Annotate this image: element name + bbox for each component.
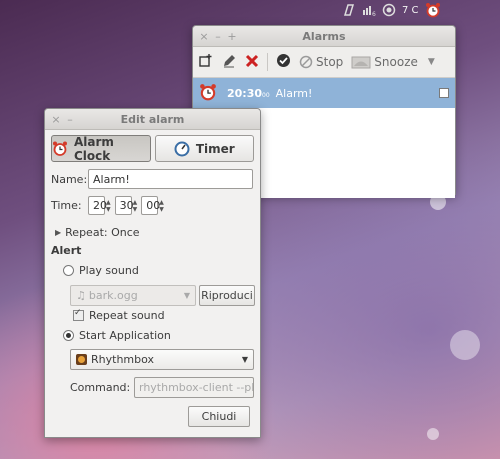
svg-text:6: 6 [372, 11, 376, 17]
name-row: Name: Alarm! [51, 169, 253, 189]
stop-icon [299, 55, 313, 69]
music-note-icon: ♫ [76, 289, 86, 302]
new-alarm-button[interactable] [197, 53, 213, 72]
stopwatch-icon [174, 141, 190, 156]
minutes-field[interactable]: 30 [114, 196, 134, 215]
start-app-radio[interactable] [63, 330, 74, 341]
command-field[interactable]: rhythmbox-client --play [134, 377, 254, 398]
play-sound-option[interactable]: Play sound [63, 264, 139, 277]
play-sound-label: Play sound [79, 264, 139, 277]
mode-tabs: Alarm Clock Timer [45, 130, 260, 163]
decrement-icon[interactable]: ▼ [133, 206, 138, 213]
increment-icon[interactable]: ▲ [106, 199, 111, 206]
play-sound-radio[interactable] [63, 265, 74, 276]
application-value: Rhythmbox [91, 353, 155, 366]
minimize-icon[interactable]: – [213, 30, 223, 43]
snooze-button[interactable]: Snooze [351, 55, 418, 69]
alarms-titlebar[interactable]: × – + Alarms [193, 26, 455, 47]
seconds-spinner[interactable]: 00 ▲ ▼ [141, 196, 164, 215]
battery-icon[interactable]: 6 [362, 3, 376, 17]
decrement-icon[interactable]: ▼ [159, 206, 164, 213]
repeat-expander[interactable]: ▶ Repeat: Once [55, 226, 140, 239]
increment-icon[interactable]: ▲ [159, 199, 164, 206]
sound-file-value: bark.ogg [88, 289, 138, 302]
top-panel: 6 7 C [336, 0, 500, 20]
increment-icon[interactable]: ▲ [133, 199, 138, 206]
repeat-sound-checkbox[interactable] [73, 308, 84, 321]
hours-field[interactable]: 20 [88, 196, 107, 215]
stop-button[interactable]: Stop [299, 55, 343, 69]
script-icon[interactable] [342, 3, 356, 17]
toolbar-separator [267, 53, 268, 71]
decrement-icon[interactable]: ▼ [106, 206, 111, 213]
alert-heading: Alert [51, 244, 82, 257]
minimize-icon[interactable]: – [65, 113, 75, 126]
command-label: Command: [70, 381, 131, 394]
tab-timer[interactable]: Timer [154, 135, 254, 162]
edit-alarm-window: × – Edit alarm Alarm Clock Timer Name: A… [44, 108, 261, 438]
new-alarm-icon [199, 53, 212, 67]
alarm-name: Alarm! [275, 86, 313, 100]
enable-alarm-button[interactable] [276, 53, 291, 71]
tab-label: Timer [195, 141, 235, 156]
expander-arrow-icon: ▶ [55, 228, 62, 237]
close-button[interactable]: Chiudi [188, 406, 250, 427]
chevron-down-icon: ▼ [183, 291, 190, 300]
edit-alarm-titlebar[interactable]: × – Edit alarm [45, 109, 260, 130]
sound-row: ♫ bark.ogg ▼ Riproduci [70, 285, 255, 306]
maximize-icon[interactable]: + [227, 30, 237, 43]
wallpaper-bubble [427, 428, 439, 440]
snooze-label: Snooze [374, 55, 418, 69]
alarm-clock-icon [199, 83, 217, 104]
sound-file-select[interactable]: ♫ bark.ogg ▼ [70, 285, 196, 306]
edit-alarm-button[interactable] [221, 53, 237, 72]
close-icon[interactable]: × [199, 30, 209, 43]
delete-icon [245, 54, 259, 67]
rhythmbox-icon [76, 354, 87, 365]
start-app-option[interactable]: Start Application [63, 329, 171, 342]
window-title: Edit alarm [120, 112, 185, 126]
minutes-spinner[interactable]: 30 ▲ ▼ [114, 196, 138, 215]
time-label: Time: [51, 199, 82, 212]
repeat-label: Repeat: Once [65, 226, 140, 239]
pencil-icon [224, 54, 235, 67]
tab-label: Alarm Clock [73, 134, 114, 163]
tab-alarm-clock[interactable]: Alarm Clock [51, 134, 151, 163]
application-row: Rhythmbox ▼ [70, 349, 254, 370]
time-row: Time: 20 ▲ ▼ 30 ▲ ▼ 00 ▲ ▼ [51, 196, 168, 215]
checkmark-circle-icon [277, 54, 290, 67]
toolbar-overflow-icon[interactable]: ▼ [428, 57, 435, 67]
delete-alarm-button[interactable] [245, 54, 259, 71]
stop-label: Stop [316, 55, 344, 69]
chevron-down-icon: ▼ [241, 355, 248, 364]
snooze-icon [351, 56, 371, 69]
alarm-time: 20:3000 [227, 86, 270, 100]
command-row: Command: rhythmbox-client --play [70, 377, 254, 398]
start-app-label: Start Application [79, 329, 171, 342]
weather-icon[interactable] [382, 3, 396, 17]
application-select[interactable]: Rhythmbox ▼ [70, 349, 254, 370]
alarm-clock-icon[interactable] [425, 2, 441, 18]
close-icon[interactable]: × [51, 113, 61, 126]
seconds-field[interactable]: 00 [141, 196, 160, 215]
repeat-sound-option[interactable]: Repeat sound [73, 308, 165, 322]
name-label: Name: [51, 172, 88, 186]
hours-spinner[interactable]: 20 ▲ ▼ [88, 196, 111, 215]
alarms-toolbar: Stop Snooze ▼ [193, 47, 455, 78]
repeat-sound-label: Repeat sound [89, 309, 165, 322]
alarm-clock-icon [52, 141, 67, 156]
play-sound-button[interactable]: Riproduci [199, 285, 255, 306]
alarm-enabled-checkbox[interactable] [439, 88, 449, 98]
wallpaper-bubble [450, 330, 480, 360]
alarm-row[interactable]: 20:3000 Alarm! [193, 78, 455, 108]
temperature-label[interactable]: 7 C [402, 5, 419, 16]
name-field[interactable]: Alarm! [88, 169, 253, 189]
